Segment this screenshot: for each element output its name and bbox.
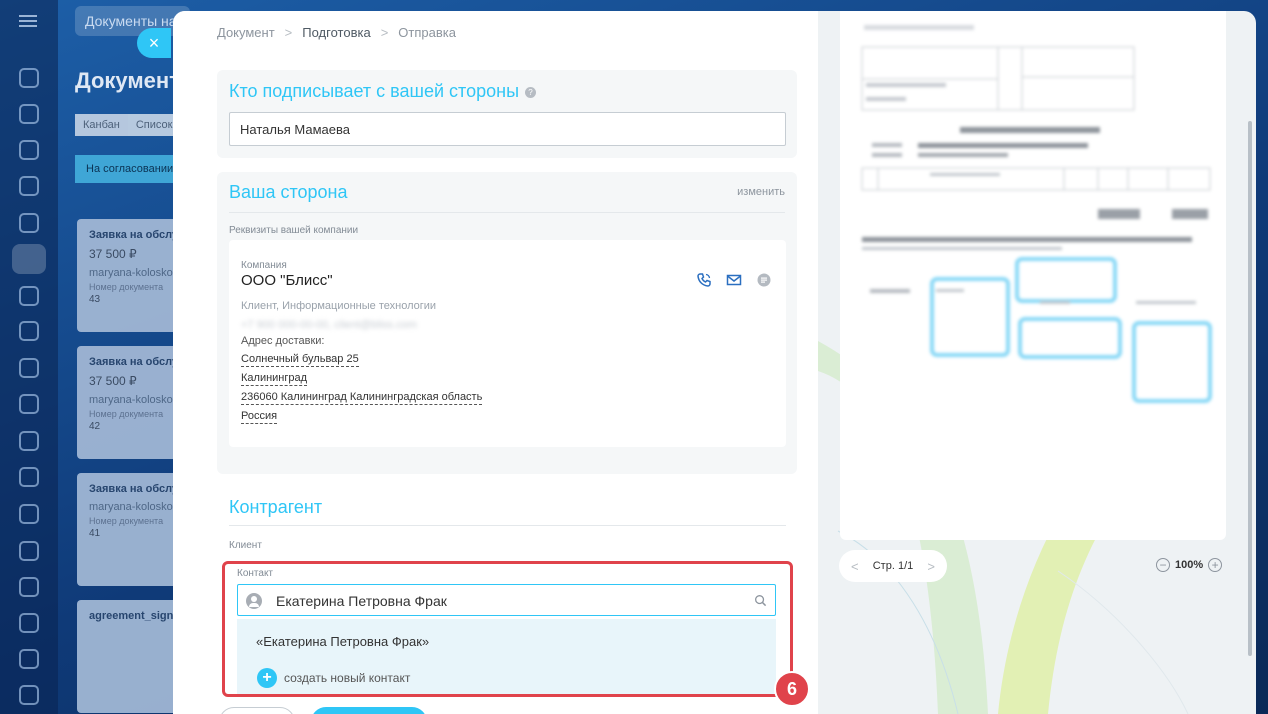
card-number: 41 <box>89 528 101 539</box>
zoom-out-icon[interactable]: − <box>1156 558 1170 572</box>
company-label: Компания <box>241 260 287 271</box>
sites-icon[interactable] <box>19 358 39 378</box>
address-title: Адрес доставки: <box>241 335 325 347</box>
address-line[interactable]: Россия <box>241 410 278 424</box>
document-icon[interactable] <box>19 213 39 233</box>
breadcrumb-preparation[interactable]: Подготовка <box>302 25 370 40</box>
your-side-title: Ваша сторона <box>229 182 348 202</box>
chat-icon[interactable] <box>19 140 39 160</box>
signer-input[interactable] <box>229 112 786 146</box>
breadcrumb-separator: > <box>284 25 293 40</box>
zoom-controls: − 100% + <box>1156 558 1223 572</box>
checkbox-icon[interactable] <box>19 286 39 306</box>
card-number-label: Номер документа <box>89 282 164 292</box>
tab-kanban[interactable]: Канбан <box>75 114 128 136</box>
signer-title-text: Кто подписывает с вашей стороны <box>229 81 520 101</box>
card-user: maryana-kolosko <box>89 501 173 513</box>
your-side-block: Ваша сторона изменить Реквизиты вашей ко… <box>217 172 797 474</box>
card-number-label: Номер документа <box>89 409 164 419</box>
address-line[interactable]: Солнечный бульвар 25 <box>241 353 359 367</box>
continue-button[interactable] <box>311 707 427 714</box>
card-number: 43 <box>89 294 101 305</box>
sign-icon[interactable] <box>12 244 46 274</box>
breadcrumb: Документ > Подготовка > Отправка <box>217 25 456 40</box>
breadcrumb-separator: > <box>380 25 389 40</box>
phone-icon[interactable] <box>696 272 712 288</box>
document-preview[interactable] <box>840 11 1226 540</box>
signer-block: Кто подписывает с вашей стороны? <box>217 70 797 158</box>
back-button[interactable] <box>219 707 295 714</box>
bot-icon[interactable] <box>19 394 39 414</box>
left-sidebar <box>0 0 58 714</box>
company-contacts: +7 900 000-00-00, client@bliss.com <box>241 319 417 331</box>
store-icon[interactable] <box>19 504 39 524</box>
kanban-card[interactable]: Заявка на обслуживание maryana-kolosko Н… <box>77 473 187 586</box>
close-icon: × <box>148 33 160 53</box>
menu-icon[interactable] <box>19 12 37 30</box>
requisites-label: Реквизиты вашей компании <box>229 225 359 236</box>
highlight-frame <box>222 561 793 697</box>
kanban-stage-header: На согласовании <box>75 155 185 183</box>
document-slider: Документ > Подготовка > Отправка Кто под… <box>173 11 1256 714</box>
divider <box>229 212 785 213</box>
pulse-icon[interactable] <box>19 68 39 88</box>
contact-actions <box>696 272 772 288</box>
close-slider-button[interactable]: × <box>137 28 171 58</box>
settings-column: Документ > Подготовка > Отправка Кто под… <box>173 11 818 714</box>
company-card: Компания ООО "Блисс" Клиент, Информацион… <box>229 240 786 447</box>
calendar-icon[interactable] <box>19 321 39 341</box>
zoom-in-icon[interactable]: + <box>1208 558 1223 572</box>
prev-page-button[interactable]: < <box>851 559 859 574</box>
card-title: agreement_sign <box>89 610 174 622</box>
preview-scrollbar[interactable] <box>1248 121 1252 656</box>
card-price: 37 500 ₽ <box>89 374 137 388</box>
card-number-label: Номер документа <box>89 516 164 526</box>
mail-icon[interactable] <box>19 467 39 487</box>
tasks-icon[interactable] <box>19 104 39 124</box>
breadcrumb-sending[interactable]: Отправка <box>398 25 456 40</box>
address-line[interactable]: 236060 Калининград Калининградская облас… <box>241 391 483 405</box>
kanban-card[interactable]: Заявка на обслуживание 37 500 ₽ maryana-… <box>77 219 187 332</box>
address-line[interactable]: Калининград <box>241 372 308 386</box>
card-price: 37 500 ₽ <box>89 247 137 261</box>
document-preview-content <box>861 25 1212 403</box>
client-label: Клиент <box>229 540 262 551</box>
card-user: maryana-kolosko <box>89 267 173 279</box>
marketing-icon[interactable] <box>19 431 39 451</box>
automation-icon[interactable] <box>19 541 39 561</box>
step-badge: 6 <box>774 671 810 707</box>
divider <box>229 525 786 526</box>
kanban-card[interactable]: Заявка на обслуживание 37 500 ₽ maryana-… <box>77 346 187 459</box>
card-title: Заявка на обслуживание <box>89 229 187 241</box>
users-icon[interactable] <box>19 577 39 597</box>
company-meta: Клиент, Информационные технологии <box>241 300 437 312</box>
card-user: maryana-kolosko <box>89 394 173 406</box>
mail-icon[interactable] <box>726 272 742 288</box>
crm-icon[interactable] <box>19 176 39 196</box>
help-icon[interactable]: ? <box>525 86 537 98</box>
page-indicator: Стр. 1/1 <box>872 560 914 572</box>
cloud-icon[interactable] <box>19 613 39 633</box>
background-view-tabs: Канбан Список <box>75 114 181 136</box>
change-link[interactable]: изменить <box>737 186 785 198</box>
next-page-button[interactable]: > <box>927 559 935 574</box>
card-title: Заявка на обслуживание <box>89 483 187 495</box>
kanban-card[interactable]: agreement_sign <box>77 600 187 713</box>
card-title: Заявка на обслуживание <box>89 356 187 368</box>
zoom-level: 100% <box>1175 559 1204 571</box>
apps-icon[interactable] <box>19 685 39 705</box>
page-pager: < Стр. 1/1 > <box>839 550 947 582</box>
settings-icon[interactable] <box>19 649 39 669</box>
preview-column: < Стр. 1/1 > − 100% + <box>818 11 1256 714</box>
counterparty-title: Контрагент <box>229 497 323 517</box>
company-name[interactable]: ООО "Блисс" <box>241 272 333 289</box>
card-number: 42 <box>89 421 101 432</box>
breadcrumb-document[interactable]: Документ <box>217 25 275 40</box>
chat-icon[interactable] <box>756 272 772 288</box>
background-page-title: Документ <box>75 68 180 93</box>
signer-title: Кто подписывает с вашей стороны? <box>229 81 537 102</box>
